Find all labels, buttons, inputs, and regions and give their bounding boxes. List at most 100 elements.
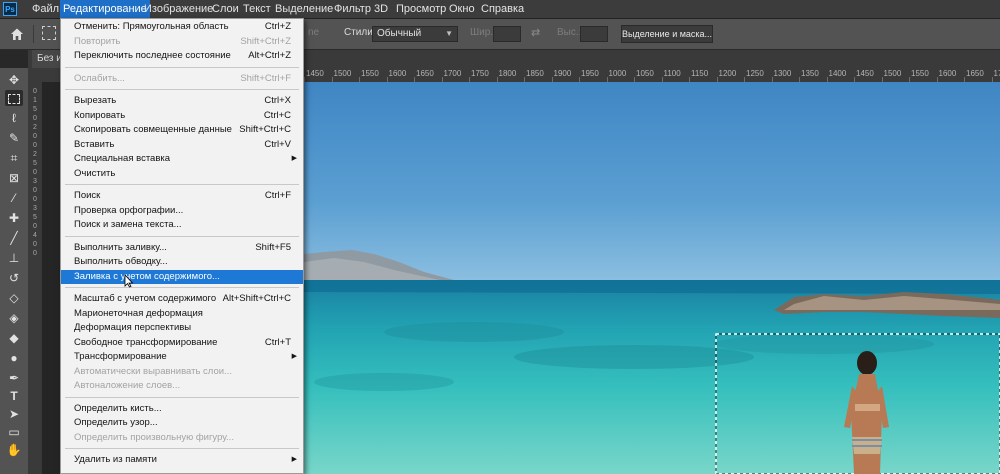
edit-menu-item[interactable]: Поиск и замена текста...	[61, 218, 303, 232]
edit-menu-item[interactable]: Удалить из памяти ▶	[61, 453, 303, 467]
edit-menu-item[interactable]: Определить произвольную фигуру...	[61, 431, 303, 445]
edit-menu-item[interactable]: Ослабить... Shift+Ctrl+F	[61, 72, 303, 86]
ruler-left-number: 0	[33, 196, 37, 203]
edit-menu-item-shortcut: Ctrl+C	[263, 109, 291, 121]
menu-0[interactable]: Файл	[29, 0, 62, 18]
edit-menu-item-label: Отменить: Прямоугольная область	[74, 21, 229, 32]
edit-menu-item[interactable]: Отменить: Прямоугольная область Ctrl+Z	[61, 20, 303, 34]
width-input[interactable]	[493, 26, 521, 42]
select-and-mask-button[interactable]: Выделение и маска...	[621, 25, 713, 43]
menu-5[interactable]: Выделение	[272, 0, 336, 18]
width-label: Шир.:	[470, 27, 496, 38]
edit-menu-item-shortcut: Shift+Ctrl+C	[239, 124, 291, 135]
edit-menu-item-shortcut: Ctrl+T	[264, 336, 291, 348]
ruler-top-number: 1500	[883, 69, 902, 78]
ruler-top-number: 1600	[388, 69, 407, 78]
menu-9[interactable]: Окно	[446, 0, 478, 18]
edit-menu-item-label: Деформация перспективы	[74, 322, 192, 333]
rectangular-marquee-tool-icon[interactable]	[5, 90, 23, 106]
ruler-left-number: 0	[33, 223, 37, 230]
menu-3[interactable]: Слои	[209, 0, 242, 18]
edit-menu-item-label: Определить узор...	[74, 417, 158, 428]
edit-menu-item[interactable]: Поиск Ctrl+F	[61, 189, 303, 203]
photoshop-logo-icon: Ps	[3, 2, 17, 16]
edit-menu-item-label: Поиск и замена текста...	[74, 219, 182, 230]
marquee-mode-icon[interactable]	[42, 26, 56, 40]
edit-menu-item[interactable]: Масштаб с учетом содержимого Alt+Shift+Ct…	[61, 292, 303, 306]
rectangle-tool-icon[interactable]: ▭	[5, 424, 23, 440]
edit-menu-item[interactable]: Вырезать Ctrl+X	[61, 94, 303, 108]
eraser-tool-icon[interactable]: ◇	[5, 290, 23, 306]
edit-menu-item[interactable]: Определить кисть...	[61, 402, 303, 416]
vertical-ruler: 0 1 5 0 2 0 0 2 5 0 3 0 0 3 5 0 4 0 0	[28, 68, 43, 474]
edit-menu-item[interactable]: Очистить	[61, 167, 303, 181]
menu-7[interactable]: 3D	[371, 0, 391, 18]
edit-menu-item[interactable]: Деформация перспективы	[61, 321, 303, 335]
clone-stamp-tool-icon[interactable]: ⊥	[5, 250, 23, 266]
edit-menu-item[interactable]: Вставить Ctrl+V	[61, 138, 303, 152]
height-input[interactable]	[580, 26, 608, 42]
ruler-top-number: 1100	[663, 69, 681, 78]
brush-tool-icon[interactable]: ╱	[5, 230, 23, 246]
edit-menu-item-label: Проверка орфографии...	[74, 204, 184, 216]
beach-photo[interactable]	[304, 82, 1000, 474]
edit-menu-item[interactable]: Автоматически выравнивать слои...	[61, 365, 303, 379]
ruler-top-number: 1800	[498, 69, 517, 78]
edit-menu-item-shortcut: Shift+Ctrl+F	[240, 72, 291, 84]
tools-panel: ✥ ℓ ✎ ⌗ ⊠ ⁄ ✚ ╱ ⊥ ↺ ◇ ◈ ◆ ● ✒ T ➤ ▭ ✋	[0, 68, 29, 474]
edit-menu-item-label: Выполнить заливку...	[74, 241, 167, 253]
edit-menu-item[interactable]: Выполнить обводку...	[61, 255, 303, 269]
menu-10[interactable]: Справка	[478, 0, 527, 18]
edit-menu-item-shortcut: Ctrl+V	[264, 138, 291, 150]
crop-tool-icon[interactable]: ⌗	[5, 150, 23, 166]
menu-6[interactable]: Фильтр	[331, 0, 374, 18]
edit-menu-item[interactable]: Скопировать совмещенные данные Shift+Ctrl…	[61, 123, 303, 137]
pen-tool-icon[interactable]: ✒	[5, 370, 23, 386]
submenu-arrow-icon: ▶	[291, 155, 297, 162]
edit-menu-item[interactable]: Марионеточная деформация	[61, 307, 303, 321]
edit-menu-item-label: Трансформирование	[74, 351, 167, 362]
edit-menu-item[interactable]: Автоналожение слоев...	[61, 379, 303, 393]
edit-menu-item[interactable]: Специальная вставка ▶	[61, 152, 303, 166]
edit-menu-item[interactable]: Свободное трансформирование Ctrl+T	[61, 336, 303, 350]
type-tool-icon[interactable]: T	[5, 388, 23, 404]
edit-menu-item[interactable]: Определить узор...	[61, 416, 303, 430]
edit-menu-item[interactable]: Переключить последнее состояние Alt+Ctrl+…	[61, 49, 303, 63]
edit-menu-item-shortcut: Shift+Ctrl+Z	[240, 35, 291, 47]
styles-select[interactable]: Обычный ▼	[372, 26, 458, 42]
ruler-top-number: 1900	[553, 69, 572, 78]
healing-brush-tool-icon[interactable]: ✚	[5, 210, 23, 226]
edit-menu-item[interactable]: Повторить Shift+Ctrl+Z	[61, 35, 303, 49]
ruler-left-number: 5	[33, 214, 37, 221]
eyedropper-tool-icon[interactable]: ⁄	[5, 190, 23, 206]
edit-menu-item[interactable]: Выполнить заливку... Shift+F5	[61, 241, 303, 255]
edit-menu-item[interactable]: Проверка орфографии...	[61, 204, 303, 218]
edit-menu-dropdown: Отменить: Прямоугольная область Ctrl+Z Пов…	[60, 18, 304, 474]
edit-menu-item-label: Переключить последнее состояние	[74, 50, 231, 61]
edit-menu-item[interactable]: Копировать Ctrl+C	[61, 109, 303, 123]
edit-menu-item[interactable]: Трансформирование ▶	[61, 350, 303, 364]
ruler-top-number: 1700	[443, 69, 462, 78]
blur-tool-icon[interactable]: ◆	[5, 330, 23, 346]
edit-menu-item[interactable]: Заливка с учетом содержимого...	[61, 269, 303, 284]
ruler-left-number: 5	[33, 160, 37, 167]
swap-dimensions-icon[interactable]: ⇄	[531, 26, 540, 39]
edit-menu-item-shortcut: Ctrl+Z	[264, 21, 291, 32]
ruler-top-number: 1750	[471, 69, 489, 78]
paint-bucket-tool-icon[interactable]: ◈	[5, 310, 23, 326]
menu-4[interactable]: Текст	[240, 0, 274, 18]
ruler-top-number: 1250	[746, 69, 764, 78]
history-brush-tool-icon[interactable]: ↺	[5, 270, 23, 286]
path-selection-tool-icon[interactable]: ➤	[5, 406, 23, 422]
menu-8[interactable]: Просмотр	[393, 0, 449, 18]
frame-tool-icon[interactable]: ⊠	[5, 170, 23, 186]
hand-tool-icon[interactable]: ✋	[5, 442, 23, 458]
menu-1[interactable]: Редактирование	[60, 0, 150, 18]
move-tool-icon[interactable]: ✥	[5, 72, 23, 88]
dodge-tool-icon[interactable]: ●	[5, 350, 23, 366]
styles-select-value: Обычный	[377, 28, 422, 39]
quick-selection-tool-icon[interactable]: ✎	[5, 130, 23, 146]
home-icon[interactable]	[10, 27, 24, 41]
menu-2[interactable]: Изображение	[141, 0, 216, 18]
lasso-tool-icon[interactable]: ℓ	[5, 110, 23, 126]
